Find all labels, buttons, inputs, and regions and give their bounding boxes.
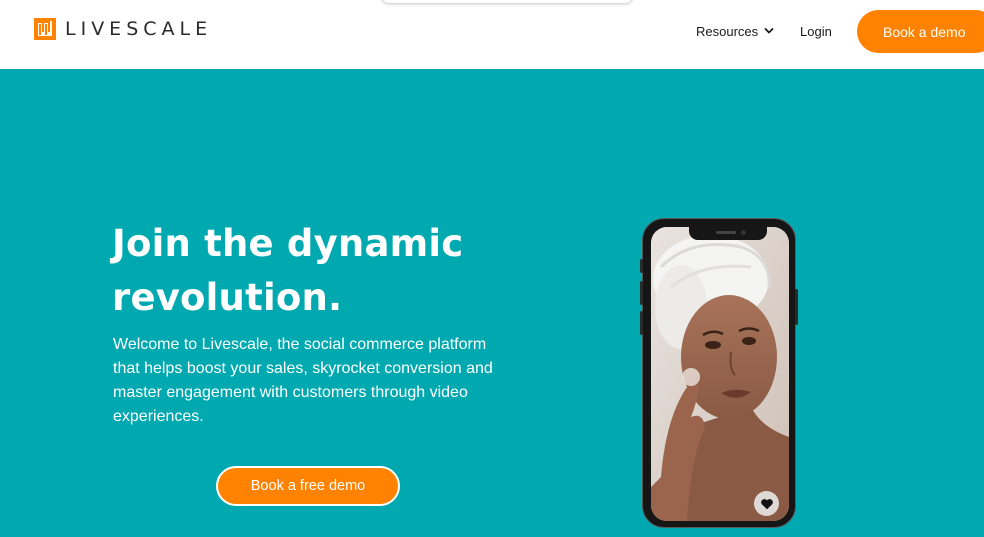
video-frame-image: [651, 227, 789, 521]
top-search-pill[interactable]: [380, 0, 634, 4]
hero-title: Join the dynamic revolution.: [112, 217, 532, 325]
hero-description: Welcome to Livescale, the social commerc…: [113, 336, 493, 425]
logo-text: LIVESCALE: [65, 18, 213, 40]
phone-side-button: [640, 311, 643, 335]
nav-resources-dropdown[interactable]: Resources: [696, 0, 774, 62]
phone-notch: [689, 227, 767, 240]
nav-login-link[interactable]: Login: [800, 0, 832, 62]
phone-speaker: [716, 231, 736, 234]
hero-title-line-2: revolution.: [112, 276, 343, 319]
livescale-logo-icon: [34, 18, 56, 40]
hero-title-line-1: Join the dynamic: [112, 222, 464, 265]
phone-camera: [741, 230, 746, 235]
phone-mockup: [640, 218, 798, 528]
logo[interactable]: LIVESCALE: [34, 18, 212, 40]
nav-resources-label: Resources: [696, 23, 759, 39]
book-demo-button[interactable]: Book a demo: [857, 10, 984, 53]
phone-video-screen[interactable]: [651, 227, 789, 521]
like-button[interactable]: [754, 491, 779, 516]
phone-side-button: [795, 289, 798, 325]
phone-side-button: [640, 259, 643, 273]
site-header: LIVESCALE Resources Login Book a demo: [0, 0, 984, 69]
chevron-down-icon: [764, 28, 774, 34]
phone-side-button: [640, 281, 643, 305]
hero-section: Join the dynamic revolution. Welcome to …: [0, 69, 984, 537]
book-free-demo-button[interactable]: Book a free demo: [216, 466, 400, 506]
heart-icon: [760, 498, 773, 509]
